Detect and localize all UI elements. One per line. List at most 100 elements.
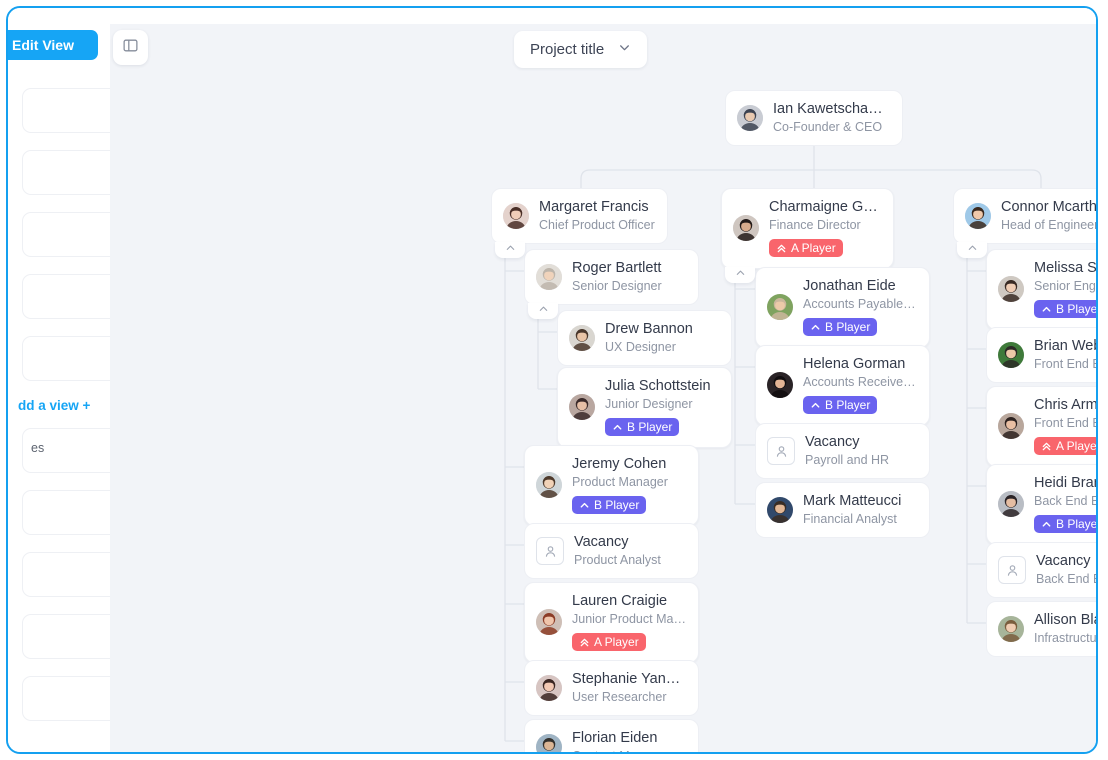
avatar: [536, 734, 562, 752]
node-role: Chief Product Officer: [539, 218, 655, 233]
org-node-person[interactable]: Ian Kawetschanky Co-Founder & CEO: [725, 90, 903, 146]
node-role: Accounts Payable Officer: [803, 297, 917, 312]
avatar: [536, 472, 562, 499]
collapse-toggle-button[interactable]: [725, 267, 755, 283]
avatar: [998, 413, 1024, 440]
org-node-person[interactable]: Charmaigne Glenn Finance Director A Player: [721, 188, 894, 269]
sidebar-view-card[interactable]: [22, 212, 110, 257]
sidebar-view-card[interactable]: [22, 150, 110, 195]
avatar: [569, 325, 595, 351]
node-name: Margaret Francis: [539, 199, 649, 215]
node-role: Head of Engineering: [1001, 218, 1096, 233]
edit-view-button[interactable]: Edit View: [8, 30, 98, 60]
node-name: Jonathan Eide: [803, 278, 896, 294]
org-node-person[interactable]: Jonathan Eide Accounts Payable Officer B P…: [755, 267, 930, 348]
person-outline-icon: [536, 537, 564, 565]
status-badge[interactable]: A Player: [1034, 437, 1096, 455]
sidebar-view-card[interactable]: [22, 88, 110, 133]
org-node-person[interactable]: Chris Armstrong Front End Engineer A Playe…: [986, 386, 1096, 467]
org-node-vacancy[interactable]: Vacancy Back End Engineer: [986, 542, 1096, 598]
node-role: Co-Founder & CEO: [773, 120, 883, 135]
org-node-person[interactable]: Helena Gorman Accounts Receiveable O... B …: [755, 345, 930, 426]
status-badge-label: B Player: [1056, 302, 1096, 316]
status-badge[interactable]: B Player: [803, 318, 878, 336]
status-badge-label: A Player: [791, 241, 836, 255]
status-badge[interactable]: A Player: [572, 633, 646, 651]
sidebar-view-card[interactable]: [22, 552, 110, 597]
node-name: Allison Blanda: [1034, 612, 1096, 628]
org-node-person[interactable]: Melissa Strait Senior Engineer B Player: [986, 249, 1096, 330]
org-node-person[interactable]: Lauren Craigie Junior Product Manager A Pl…: [524, 582, 699, 663]
collapse-toggle-button[interactable]: [528, 303, 558, 319]
sidebar-view-card[interactable]: [22, 614, 110, 659]
node-role: Financial Analyst: [803, 512, 897, 527]
status-badge-label: B Player: [594, 498, 640, 512]
sidebar-view-card[interactable]: es: [22, 428, 110, 473]
collapse-toggle-button[interactable]: [495, 242, 525, 258]
node-name: Florian Eiden: [572, 730, 658, 746]
avatar: [737, 105, 763, 131]
chevron-up-icon: [1041, 519, 1052, 530]
node-name: Melissa Strait: [1034, 260, 1096, 276]
node-role: Accounts Receiveable O...: [803, 375, 917, 390]
node-name: Helena Gorman: [803, 356, 906, 372]
node-name: Vacancy: [1036, 553, 1091, 569]
node-role: User Researcher: [572, 690, 667, 705]
node-name: Mark Matteucci: [803, 493, 902, 509]
org-node-person[interactable]: Margaret Francis Chief Product Officer: [491, 188, 668, 244]
sidebar-view-card[interactable]: [22, 336, 110, 381]
org-node-person[interactable]: Julia Schottstein Junior Designer B Player: [557, 367, 732, 448]
status-badge[interactable]: A Player: [769, 239, 843, 257]
status-badge[interactable]: B Player: [1034, 300, 1096, 318]
org-node-person[interactable]: Stephanie Yanaga User Researcher: [524, 660, 699, 716]
org-node-person[interactable]: Connor Mcarthur Head of Engineering: [953, 188, 1096, 244]
node-name: Vacancy: [574, 534, 629, 550]
avatar: [767, 497, 793, 523]
avatar: [965, 203, 991, 229]
avatar: [536, 609, 562, 636]
sidebar-view-card[interactable]: [22, 274, 110, 319]
org-node-vacancy[interactable]: Vacancy Product Analyst: [524, 523, 699, 579]
node-role: Back End Engineer: [1036, 572, 1096, 587]
org-node-person[interactable]: Roger Bartlett Senior Designer: [524, 249, 699, 305]
node-name: Julia Schottstein: [605, 378, 711, 394]
node-name: Stephanie Yanaga: [572, 671, 686, 687]
node-role: Product Manager: [572, 475, 668, 490]
app-root: Edit View es dd a view + Project title I…: [0, 0, 1108, 760]
node-role: Front End Engineer: [1034, 416, 1096, 431]
org-node-person[interactable]: Brian Webb Front End Engineer: [986, 327, 1096, 383]
node-role: Back End Engineer: [1034, 494, 1096, 509]
status-badge-label: B Player: [825, 398, 871, 412]
status-badge[interactable]: B Player: [605, 418, 680, 436]
sidebar-view-card[interactable]: [22, 676, 110, 721]
chevron-up-icon: [735, 268, 746, 277]
node-name: Brian Webb: [1034, 338, 1096, 354]
status-badge[interactable]: B Player: [572, 496, 647, 514]
add-a-view-button[interactable]: dd a view +: [18, 398, 110, 413]
edit-view-label: Edit View: [12, 37, 74, 53]
avatar: [733, 215, 759, 242]
node-name: Heidi Brandenburg: [1034, 475, 1096, 491]
org-node-vacancy[interactable]: Vacancy Payroll and HR: [755, 423, 930, 479]
org-node-person[interactable]: Florian Eiden Content Manager: [524, 719, 699, 752]
chevron-up-icon: [538, 304, 549, 313]
avatar: [569, 394, 595, 421]
org-node-person[interactable]: Heidi Brandenburg Back End Engineer B Play…: [986, 464, 1096, 545]
status-badge[interactable]: B Player: [803, 396, 878, 414]
org-node-person[interactable]: Mark Matteucci Financial Analyst: [755, 482, 930, 538]
project-title-label: Project title: [530, 41, 605, 58]
chevron-down-icon: [618, 41, 631, 59]
org-node-person[interactable]: Allison Blanda Infrastructure Engineer: [986, 601, 1096, 657]
status-badge-label: A Player: [594, 635, 639, 649]
org-node-person[interactable]: Jeremy Cohen Product Manager B Player: [524, 445, 699, 526]
project-title-dropdown[interactable]: Project title: [514, 31, 648, 68]
status-badge[interactable]: B Player: [1034, 515, 1096, 533]
org-node-person[interactable]: Drew Bannon UX Designer: [557, 310, 732, 366]
node-name: Chris Armstrong: [1034, 397, 1096, 413]
org-chart-canvas[interactable]: Project title Ian Kawetschanky Co-Founder…: [110, 8, 1096, 752]
sidebar-view-card[interactable]: [22, 490, 110, 535]
collapse-toggle-button[interactable]: [957, 242, 987, 258]
node-role: Finance Director: [769, 218, 861, 233]
chevron-up-icon: [1041, 304, 1052, 315]
chevron-up-icon: [810, 400, 821, 411]
